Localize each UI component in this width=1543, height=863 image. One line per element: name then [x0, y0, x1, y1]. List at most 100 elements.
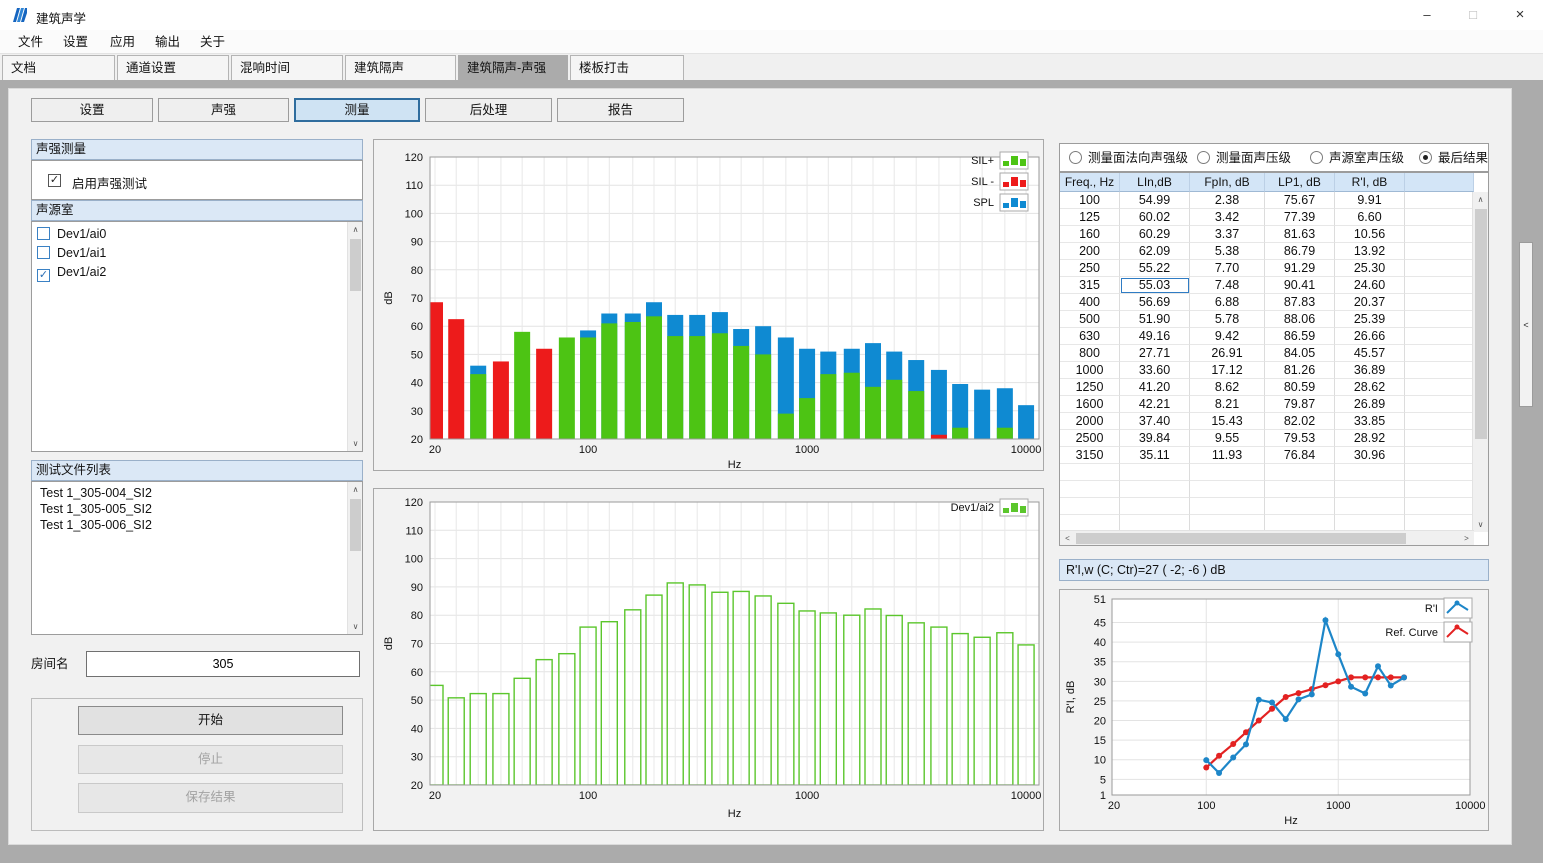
- table-cell-r11-c3[interactable]: 80.59: [1265, 379, 1335, 396]
- source-room-scrollbar[interactable]: ∧∨: [347, 222, 362, 451]
- table-cell-r1-c3[interactable]: 77.39: [1265, 209, 1335, 226]
- table-cell-r16-c0[interactable]: [1060, 464, 1120, 481]
- table-cell-r9-c4[interactable]: 45.57: [1335, 345, 1405, 362]
- table-cell-r8-c5[interactable]: [1405, 328, 1474, 345]
- table-cell-r11-c4[interactable]: 28.62: [1335, 379, 1405, 396]
- table-cell-r12-c5[interactable]: [1405, 396, 1474, 413]
- test-file-scrollbar-down-icon[interactable]: ∨: [348, 619, 363, 634]
- table-cell-r10-c4[interactable]: 36.89: [1335, 362, 1405, 379]
- radio-option-1[interactable]: 测量面声压级: [1197, 150, 1291, 167]
- tab-5[interactable]: 楼板打击: [570, 55, 684, 80]
- table-cell-r0-c4[interactable]: 9.91: [1335, 192, 1405, 209]
- table-cell-r4-c3[interactable]: 91.29: [1265, 260, 1335, 277]
- table-vscrollbar[interactable]: ∧∨: [1472, 192, 1488, 532]
- table-cell-r15-c5[interactable]: [1405, 447, 1474, 464]
- channel-row-0[interactable]: Dev1/ai0: [37, 225, 106, 244]
- test-file-item-1[interactable]: Test 1_305-005_SI2: [40, 501, 152, 517]
- table-cell-r5-c5[interactable]: [1405, 277, 1474, 294]
- table-cell-r5-c0[interactable]: 315: [1060, 277, 1120, 294]
- table-cell-r8-c4[interactable]: 26.66: [1335, 328, 1405, 345]
- table-cell-r4-c4[interactable]: 25.30: [1335, 260, 1405, 277]
- table-cell-r6-c5[interactable]: [1405, 294, 1474, 311]
- test-file-scrollbar-up-icon[interactable]: ∧: [348, 482, 363, 497]
- table-cell-r2-c3[interactable]: 81.63: [1265, 226, 1335, 243]
- table-vscroll-up-icon[interactable]: ∧: [1473, 192, 1488, 207]
- test-file-item-0[interactable]: Test 1_305-004_SI2: [40, 485, 152, 501]
- table-cell-r9-c0[interactable]: 800: [1060, 345, 1120, 362]
- radio-option-2[interactable]: 声源室声压级: [1310, 150, 1404, 167]
- table-cell-r13-c5[interactable]: [1405, 413, 1474, 430]
- table-cell-r14-c2[interactable]: 9.55: [1190, 430, 1265, 447]
- table-cell-r2-c2[interactable]: 3.37: [1190, 226, 1265, 243]
- table-cell-r18-c3[interactable]: [1265, 498, 1335, 515]
- table-cell-r1-c1[interactable]: 60.02: [1120, 209, 1190, 226]
- tab-1[interactable]: 通道设置: [117, 55, 229, 80]
- table-cell-r4-c5[interactable]: [1405, 260, 1474, 277]
- table-cell-r3-c0[interactable]: 200: [1060, 243, 1120, 260]
- subtab-1[interactable]: 声强: [158, 98, 289, 122]
- table-cell-r17-c3[interactable]: [1265, 481, 1335, 498]
- subtab-3[interactable]: 后处理: [425, 98, 552, 122]
- test-file-scrollbar[interactable]: ∧∨: [347, 482, 362, 634]
- radio-button-1[interactable]: [1197, 151, 1210, 164]
- enable-intensity-checkbox[interactable]: ✓: [48, 174, 61, 187]
- table-cell-r11-c2[interactable]: 8.62: [1190, 379, 1265, 396]
- table-cell-r15-c3[interactable]: 76.84: [1265, 447, 1335, 464]
- table-cell-r13-c0[interactable]: 2000: [1060, 413, 1120, 430]
- start-button[interactable]: 开始: [78, 706, 343, 735]
- table-cell-r7-c5[interactable]: [1405, 311, 1474, 328]
- table-cell-r10-c1[interactable]: 33.60: [1120, 362, 1190, 379]
- table-cell-r2-c5[interactable]: [1405, 226, 1474, 243]
- table-cell-r5-c3[interactable]: 90.41: [1265, 277, 1335, 294]
- table-cell-r2-c4[interactable]: 10.56: [1335, 226, 1405, 243]
- subtab-4[interactable]: 报告: [557, 98, 684, 122]
- menu-item-1[interactable]: 设置: [57, 33, 94, 52]
- table-cell-r15-c0[interactable]: 3150: [1060, 447, 1120, 464]
- table-cell-r6-c2[interactable]: 6.88: [1190, 294, 1265, 311]
- table-cell-r1-c4[interactable]: 6.60: [1335, 209, 1405, 226]
- room-name-input[interactable]: [86, 651, 360, 677]
- source-room-scrollbar-down-icon[interactable]: ∨: [348, 436, 363, 451]
- maximize-button[interactable]: □: [1450, 0, 1496, 30]
- table-cell-r5-c2[interactable]: 7.48: [1190, 277, 1265, 294]
- table-cell-r3-c5[interactable]: [1405, 243, 1474, 260]
- tab-4[interactable]: 建筑隔声-声强: [458, 55, 568, 80]
- channel-checkbox-1[interactable]: [37, 246, 50, 259]
- table-cell-r3-c3[interactable]: 86.79: [1265, 243, 1335, 260]
- channel-checkbox-0[interactable]: [37, 227, 50, 240]
- table-cell-r14-c5[interactable]: [1405, 430, 1474, 447]
- table-cell-r8-c0[interactable]: 630: [1060, 328, 1120, 345]
- save-results-button[interactable]: 保存结果: [78, 783, 343, 813]
- menu-item-4[interactable]: 关于: [194, 33, 231, 52]
- table-cell-r11-c5[interactable]: [1405, 379, 1474, 396]
- table-cell-r0-c5[interactable]: [1405, 192, 1474, 209]
- table-cell-r0-c3[interactable]: 75.67: [1265, 192, 1335, 209]
- table-vscroll-down-icon[interactable]: ∨: [1473, 517, 1488, 532]
- table-cell-r0-c2[interactable]: 2.38: [1190, 192, 1265, 209]
- table-cell-r4-c2[interactable]: 7.70: [1190, 260, 1265, 277]
- table-cell-r12-c3[interactable]: 79.87: [1265, 396, 1335, 413]
- table-cell-r3-c4[interactable]: 13.92: [1335, 243, 1405, 260]
- table-cell-r1-c5[interactable]: [1405, 209, 1474, 226]
- subtab-0[interactable]: 设置: [31, 98, 153, 122]
- table-cell-r8-c3[interactable]: 86.59: [1265, 328, 1335, 345]
- table-vscroll-thumb[interactable]: [1475, 209, 1487, 439]
- menu-item-0[interactable]: 文件: [12, 33, 49, 52]
- table-cell-r3-c1[interactable]: 62.09: [1120, 243, 1190, 260]
- table-cell-r6-c4[interactable]: 20.37: [1335, 294, 1405, 311]
- table-cell-r0-c1[interactable]: 54.99: [1120, 192, 1190, 209]
- table-cell-r13-c4[interactable]: 33.85: [1335, 413, 1405, 430]
- collapse-panel-button[interactable]: <: [1519, 242, 1533, 407]
- table-cell-r2-c0[interactable]: 160: [1060, 226, 1120, 243]
- subtab-2[interactable]: 测量: [294, 98, 420, 122]
- table-cell-r14-c0[interactable]: 2500: [1060, 430, 1120, 447]
- stop-button[interactable]: 停止: [78, 745, 343, 774]
- table-cell-r15-c4[interactable]: 30.96: [1335, 447, 1405, 464]
- table-cell-r10-c5[interactable]: [1405, 362, 1474, 379]
- table-cell-r0-c0[interactable]: 100: [1060, 192, 1120, 209]
- test-file-item-2[interactable]: Test 1_305-006_SI2: [40, 517, 152, 533]
- table-cell-r2-c1[interactable]: 60.29: [1120, 226, 1190, 243]
- table-cell-r15-c1[interactable]: 35.11: [1120, 447, 1190, 464]
- radio-button-3[interactable]: [1419, 151, 1432, 164]
- tab-2[interactable]: 混响时间: [231, 55, 343, 80]
